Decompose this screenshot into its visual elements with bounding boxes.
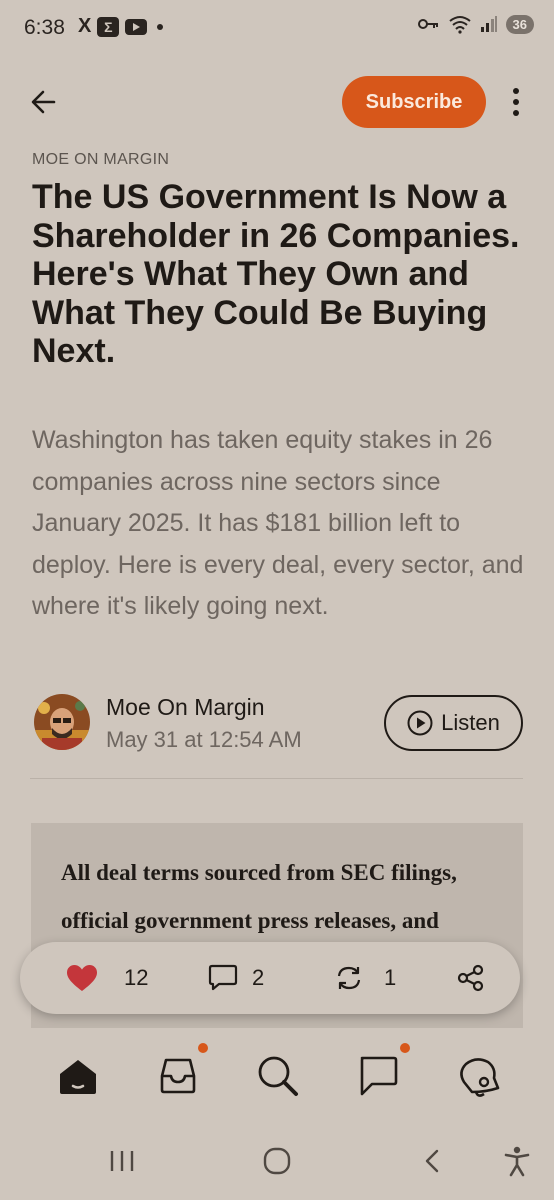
- inbox-notification-dot: [198, 1043, 208, 1053]
- chat-notification-dot: [400, 1043, 410, 1053]
- home-circle-icon: [263, 1147, 291, 1175]
- play-circle-icon: [407, 710, 433, 736]
- article-subtitle: Washington has taken equity stakes in 26…: [32, 426, 524, 620]
- back-system-button[interactable]: [420, 1145, 444, 1177]
- author-avatar[interactable]: [34, 694, 90, 750]
- x-app-icon: X: [78, 15, 92, 37]
- like-count: 12: [124, 965, 149, 990]
- arrow-left-icon: [31, 90, 56, 114]
- key-icon: [417, 19, 438, 29]
- publication-name[interactable]: MOE ON MARGIN: [32, 151, 169, 169]
- share-button[interactable]: [456, 942, 486, 1014]
- comment-button[interactable]: 2: [208, 942, 264, 1014]
- sigma-app-icon: Σ: [97, 16, 120, 37]
- more-notifications-dot-icon: [157, 23, 164, 30]
- heart-icon: [67, 965, 97, 991]
- nav-home[interactable]: [54, 1052, 102, 1100]
- publish-date: May 31 at 12:54 AM: [106, 727, 302, 752]
- nav-activity[interactable]: [454, 1052, 502, 1100]
- nav-search[interactable]: [254, 1052, 302, 1100]
- youtube-icon: [125, 18, 148, 35]
- back-button[interactable]: [28, 86, 60, 118]
- divider: [30, 778, 523, 779]
- like-button[interactable]: 12: [66, 942, 148, 1014]
- share-icon: [457, 964, 484, 992]
- nav-chat[interactable]: [354, 1043, 410, 1100]
- home-icon: [60, 1060, 96, 1094]
- chat-icon: [360, 1056, 398, 1096]
- status-system-icons: 36: [417, 14, 534, 34]
- post-action-bar: 12 2 1: [20, 942, 520, 1014]
- accessibility-icon: [504, 1146, 530, 1177]
- nav-inbox[interactable]: [154, 1043, 208, 1100]
- restack-icon: [337, 966, 361, 990]
- status-time: 6:38: [24, 16, 65, 39]
- comment-count: 2: [252, 965, 265, 990]
- article-title: The US Government Is Now a Shareholder i…: [32, 178, 520, 370]
- bell-icon: [460, 1058, 500, 1097]
- listen-label: Listen: [441, 710, 500, 735]
- chevron-left-icon: [425, 1149, 439, 1173]
- inbox-icon: [160, 1058, 196, 1094]
- subscribe-button[interactable]: Subscribe: [342, 76, 486, 128]
- author-name[interactable]: Moe On Margin: [106, 694, 265, 721]
- home-system-button[interactable]: [262, 1145, 292, 1177]
- restack-button[interactable]: 1: [334, 942, 396, 1014]
- listen-button[interactable]: Listen: [384, 695, 523, 751]
- signal-icon: [480, 16, 497, 32]
- restack-count: 1: [384, 965, 397, 990]
- comment-icon: [208, 964, 238, 991]
- status-bar: 6:38 X Σ 36: [0, 0, 554, 58]
- recent-apps-icon: [110, 1151, 134, 1171]
- more-options-icon[interactable]: [506, 88, 526, 120]
- wifi-icon: [448, 16, 471, 34]
- recent-apps-button[interactable]: [108, 1145, 136, 1177]
- battery-indicator: 36: [505, 14, 534, 34]
- search-icon: [258, 1056, 298, 1096]
- status-notification-icons: X Σ: [78, 15, 164, 38]
- accessibility-button[interactable]: [502, 1145, 532, 1177]
